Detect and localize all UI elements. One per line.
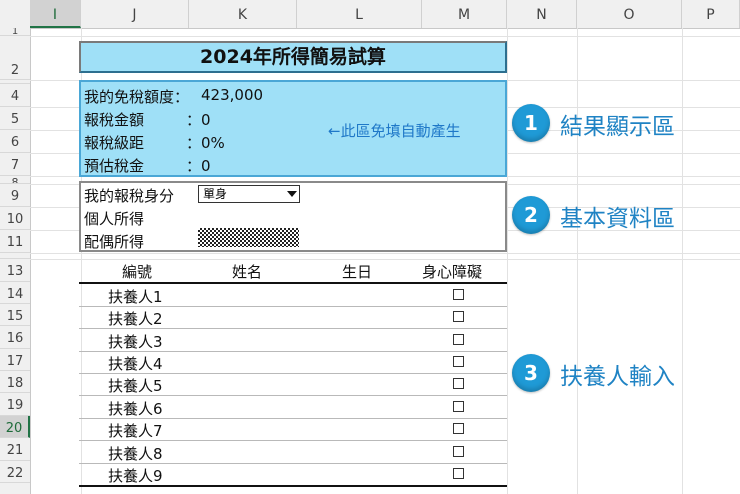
row-header-4[interactable]: 4 [0,84,30,107]
table-header-rule [79,282,507,284]
bracket-label: 報稅級距 [84,134,145,152]
exemption-value[interactable]: 423,000 [201,86,263,104]
sheet-title[interactable]: 2024年所得簡易試算 [79,41,507,73]
dependent-name[interactable]: 扶養人6 [108,398,163,419]
section-label: 扶養人輸入 [560,364,675,390]
column-header-K[interactable]: K [189,0,297,28]
column-header-J[interactable]: J [81,0,189,28]
row-divider [79,328,507,329]
personal-income-label: 個人所得 [84,210,145,228]
row-header-5[interactable]: 5 [0,107,30,130]
filing-status-value: 單身 [203,187,228,201]
dependent-name[interactable]: 扶養人4 [108,353,163,374]
disability-checkbox[interactable] [453,468,464,479]
row-header-13[interactable]: 13 [0,259,30,282]
header-id: 編號 [122,263,153,281]
section-label: 結果顯示區 [560,114,675,140]
row-divider [79,440,507,441]
row-header-2[interactable]: 2 [0,36,30,80]
tax-amount-label: 報稅金額 [84,111,145,129]
row-header-22[interactable]: 22 [0,461,30,483]
row-header-9[interactable]: 9 [0,184,30,207]
gridline [30,259,740,260]
row-header-10[interactable]: 10 [0,207,30,230]
bracket-value[interactable]: ：0% [186,132,225,153]
row-divider [79,395,507,396]
dependent-name[interactable]: 扶養人1 [108,286,163,307]
column-header-L[interactable]: L [297,0,422,28]
tax-amount-value[interactable]: ：0 [186,109,211,130]
disability-checkbox[interactable] [453,446,464,457]
disability-checkbox[interactable] [453,401,464,412]
table-bottom-rule [79,485,507,487]
column-header-N[interactable]: N [507,0,577,28]
column-header-M[interactable]: M [422,0,507,28]
gridline [30,36,740,37]
row-divider [79,463,507,464]
row-header-15[interactable]: 15 [0,304,30,326]
gridline [507,28,508,494]
disability-checkbox[interactable] [453,378,464,389]
column-header-I[interactable]: I [30,0,81,28]
row-header-14[interactable]: 14 [0,282,30,304]
row-divider [79,306,507,307]
row-header-11[interactable]: 11 [0,230,30,253]
disability-checkbox[interactable] [453,423,464,434]
row-divider [79,351,507,352]
gridline [577,28,578,494]
exemption-label: 我的免稅額度： [84,88,190,106]
section-number-badge: 1 [512,104,550,142]
row-header-8[interactable]: 8 [0,176,30,184]
row-header-18[interactable]: 18 [0,371,30,393]
dependent-name[interactable]: 扶養人3 [108,331,163,352]
disability-checkbox[interactable] [453,289,464,300]
disability-checkbox[interactable] [453,334,464,345]
row-header-7[interactable]: 7 [0,153,30,176]
row-header-1[interactable]: 1 [0,28,30,36]
filing-status-dropdown[interactable]: 單身 [198,185,300,203]
estimated-tax-label: 預估稅金 [84,157,145,175]
disability-checkbox[interactable] [453,356,464,367]
filing-status-label: 我的報稅身分 [84,187,175,205]
section-number-badge: 3 [512,354,550,392]
dependent-name[interactable]: 扶養人8 [108,443,163,464]
auto-fill-note: ←此區免填自動產生 [328,122,461,140]
row-header-6[interactable]: 6 [0,130,30,153]
spouse-income-label: 配偶所得 [84,233,145,251]
column-header-O[interactable]: O [577,0,682,28]
spouse-income-disabled-cell [198,228,299,247]
dependent-name[interactable]: 扶養人2 [108,308,163,329]
row-header-17[interactable]: 17 [0,349,30,371]
header-name: 姓名 [232,263,263,281]
dependent-name[interactable]: 扶養人9 [108,465,163,486]
estimated-tax-value[interactable]: ：0 [186,155,211,176]
column-header-bar: I J K L M N O P [0,0,740,29]
gridline [682,28,683,494]
row-header-20[interactable]: 20 [0,416,30,438]
row-header-16[interactable]: 16 [0,326,30,349]
row-header-21[interactable]: 21 [0,438,30,461]
gridline [30,253,740,254]
disability-checkbox[interactable] [453,311,464,322]
section-number-badge: 2 [512,196,550,234]
dropdown-arrow-icon[interactable] [287,191,297,197]
header-disability: 身心障礙 [422,263,483,281]
header-birthday: 生日 [342,263,373,281]
dependent-name[interactable]: 扶養人5 [108,375,163,396]
section-label: 基本資料區 [560,206,675,232]
row-header-19[interactable]: 19 [0,393,30,416]
row-divider [79,373,507,374]
column-header-P[interactable]: P [682,0,740,28]
dependent-name[interactable]: 扶養人7 [108,420,163,441]
row-divider [79,418,507,419]
row-header-bar: 1 2 4 5 6 7 8 9 10 11 13 14 15 16 17 18 … [0,28,31,494]
